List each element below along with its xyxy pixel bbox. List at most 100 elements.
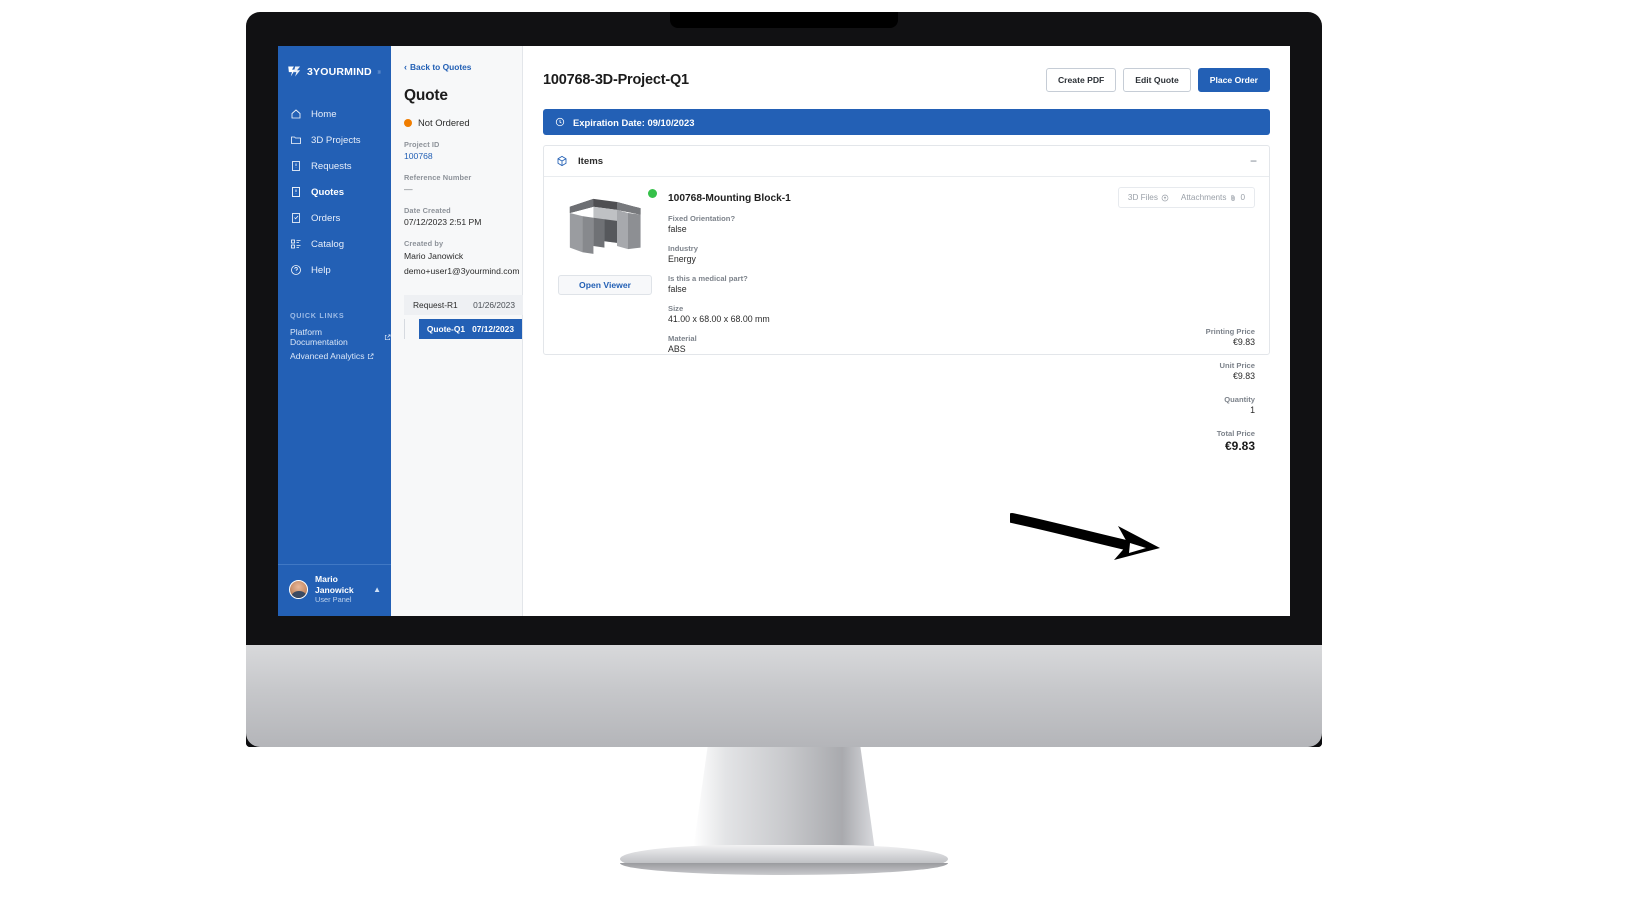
sidebar-item-label: Help: [311, 264, 331, 276]
items-card: Items − 3D Files Attachments 0 Open View…: [543, 145, 1270, 453]
back-link-label: Back to Quotes: [410, 62, 472, 72]
external-link-icon: [384, 334, 391, 340]
price-value: €9.83: [1232, 337, 1255, 347]
price-label: Printing Price: [1205, 327, 1255, 336]
thumbnail-column: Open Viewer: [558, 189, 657, 354]
items-card-title: Items: [578, 155, 604, 167]
field-label: Date Created: [404, 206, 451, 215]
field-label: Project ID: [404, 140, 440, 149]
sidebar-item-3d-projects[interactable]: 3D Projects: [278, 127, 391, 153]
hamburger-icon[interactable]: [377, 67, 381, 77]
attribute-value: false: [668, 284, 687, 294]
create-pdf-button[interactable]: Create PDF: [1045, 68, 1117, 92]
sidebar: 3YOURMIND Home 3D Projects Requests Quot…: [278, 46, 391, 616]
price-label: Unit Price: [1219, 361, 1255, 370]
status-dot-icon: [404, 118, 412, 127]
monitor-frame: 3YOURMIND Home 3D Projects Requests Quot…: [246, 12, 1322, 747]
main-content: 100768-3D-Project-Q1 Create PDF Edit Quo…: [523, 46, 1290, 616]
sidebar-item-catalog[interactable]: Catalog: [278, 231, 391, 257]
edit-quote-button[interactable]: Edit Quote: [1123, 68, 1191, 92]
home-icon: [291, 109, 301, 119]
action-button-group: Create PDF Edit Quote Place Order: [1045, 68, 1270, 92]
minus-icon[interactable]: −: [1250, 155, 1257, 167]
status-label: Not Ordered: [418, 117, 470, 128]
item-status-dot-icon: [648, 189, 657, 198]
files-label: Attachments: [1180, 193, 1227, 202]
attribute-value: false: [668, 224, 687, 234]
quick-link-platform-documentation[interactable]: Platform Documentation: [290, 327, 391, 347]
files-3d-files[interactable]: 3D Files: [1128, 193, 1169, 202]
status-badge: Not Ordered: [404, 117, 522, 128]
price-column: Printing Price €9.83 Unit Price €9.83 Qu…: [1125, 327, 1255, 467]
sidebar-item-label: Catalog: [311, 238, 345, 250]
chevron-left-icon: ‹: [404, 61, 407, 72]
cube-icon: [557, 155, 567, 167]
price-label: Quantity: [1224, 395, 1255, 404]
attribute-label: Is this a medical part?: [668, 274, 748, 283]
monitor-lower-bezel: [246, 645, 1322, 747]
chevron-up-icon[interactable]: ▲: [373, 585, 381, 594]
back-to-quotes-link[interactable]: ‹ Back to Quotes: [404, 62, 522, 72]
folder-icon: [291, 136, 301, 144]
attachments-count: 0: [1240, 193, 1245, 202]
tree-item-label: Request-R1: [413, 299, 458, 310]
date-created-value: 07/12/2023 2:51 PM: [404, 217, 482, 227]
attribute-industry: Industry Energy: [668, 244, 1255, 264]
clock-icon: [555, 117, 565, 127]
tree-child-wrap: Quote-Q1 07/12/2023: [404, 318, 522, 339]
main-header: 100768-3D-Project-Q1 Create PDF Edit Quo…: [543, 68, 1270, 92]
quick-links-title: QUICK LINKS: [290, 311, 345, 320]
attribute-fixed-orientation: Fixed Orientation? false: [668, 214, 1255, 234]
tree-item-date: 01/26/2023: [473, 299, 515, 310]
cloud-upload-icon: [1161, 194, 1169, 201]
tree-item-quote[interactable]: Quote-Q1 07/12/2023: [418, 318, 522, 339]
price-unit: Unit Price €9.83: [1125, 361, 1255, 381]
mounting-block-3d-preview: [569, 198, 641, 254]
project-id-value[interactable]: 100768: [404, 151, 522, 161]
place-order-button[interactable]: Place Order: [1197, 68, 1270, 92]
field-label: Created by: [404, 239, 444, 248]
request-icon: [292, 161, 300, 171]
field-reference-number: Reference Number —: [404, 173, 522, 194]
attribute-medical-part: Is this a medical part? false: [668, 274, 1255, 294]
brand-row: 3YOURMIND: [278, 46, 391, 79]
quick-link-label: Platform Documentation: [290, 327, 348, 347]
quick-links-section: QUICK LINKS Platform Documentation Advan…: [278, 311, 391, 365]
user-name: Mario Janowick: [315, 573, 354, 595]
order-icon: [292, 213, 300, 223]
brand-name: 3YOURMIND: [307, 65, 372, 78]
sidebar-item-label: 3D Projects: [311, 134, 361, 146]
files-attachments[interactable]: Attachments 0: [1181, 193, 1245, 202]
attribute-label: Size: [668, 304, 684, 313]
price-label: Total Price: [1216, 429, 1255, 438]
attribute-value: Energy: [668, 254, 696, 264]
open-viewer-button[interactable]: Open Viewer: [558, 275, 652, 295]
tree-item-label: Quote-Q1: [426, 323, 466, 334]
user-role: User Panel: [315, 595, 352, 605]
sidebar-item-requests[interactable]: Requests: [278, 153, 391, 179]
quote-icon: [292, 187, 300, 197]
field-date-created: Date Created 07/12/2023 2:51 PM: [404, 206, 522, 227]
price-value: 1: [1250, 405, 1255, 415]
sidebar-item-label: Home: [311, 108, 337, 120]
price-value: €9.83: [1232, 371, 1255, 381]
quote-tree: Request-R1 01/26/2023 Quote-Q1 07/12/202…: [404, 294, 523, 339]
panel-title: Quote: [404, 87, 448, 104]
expiration-label: Expiration Date: 09/10/2023: [573, 116, 695, 128]
attribute-label: Industry: [668, 244, 698, 253]
tree-item-request[interactable]: Request-R1 01/26/2023: [404, 294, 523, 315]
sidebar-item-label: Orders: [311, 212, 341, 224]
paperclip-icon: [1231, 194, 1236, 201]
sidebar-item-orders[interactable]: Orders: [278, 205, 391, 231]
sidebar-item-help[interactable]: Help: [278, 257, 391, 283]
price-quantity: Quantity 1: [1125, 395, 1255, 415]
field-created-by: Created by Mario Janowick demo+user1@3yo…: [404, 239, 522, 278]
sidebar-item-quotes[interactable]: Quotes: [278, 179, 391, 205]
tree-indent: [404, 318, 419, 339]
quick-link-advanced-analytics[interactable]: Advanced Analytics: [290, 351, 391, 361]
field-project-id: Project ID 100768: [404, 140, 522, 161]
user-panel[interactable]: Mario Janowick User Panel ▲: [278, 563, 391, 616]
attribute-value: 41.00 x 68.00 x 68.00 mm: [668, 314, 770, 324]
sidebar-item-home[interactable]: Home: [278, 101, 391, 127]
price-value: €9.83: [1224, 439, 1255, 453]
